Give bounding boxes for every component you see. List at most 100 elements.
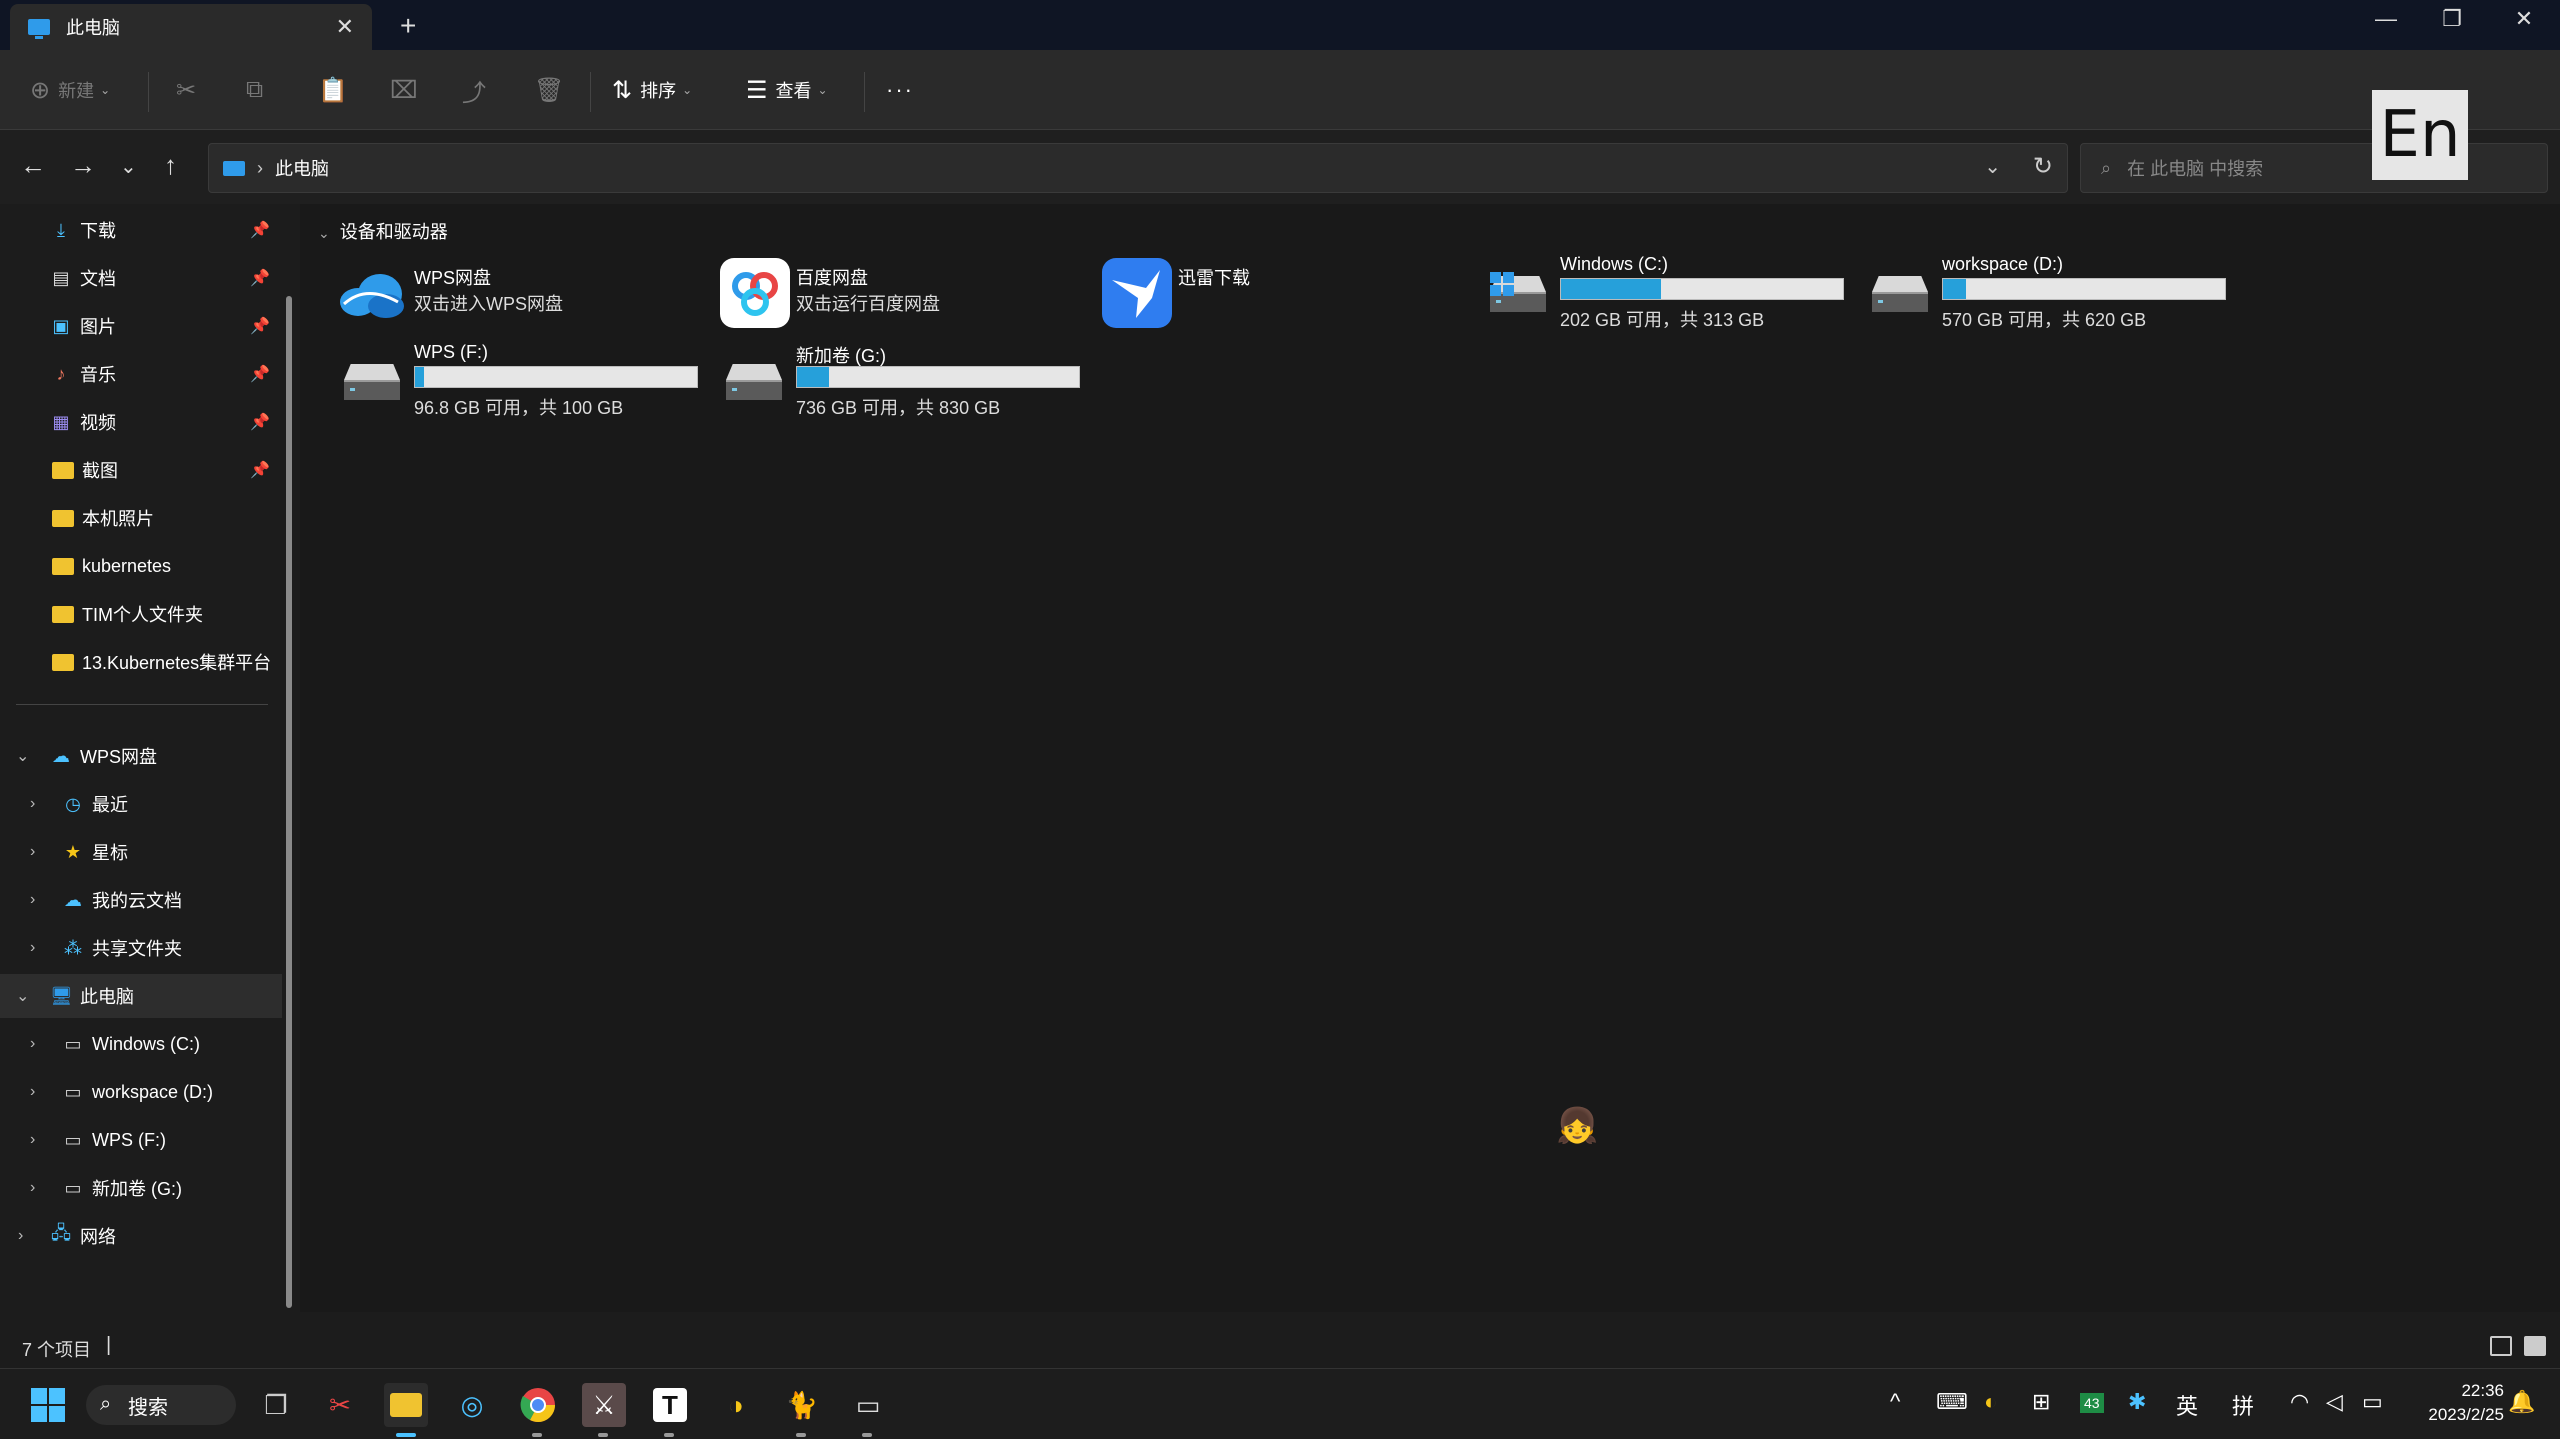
sidebar-item-drive-f[interactable]: › ▭ WPS (F:)	[0, 1118, 282, 1162]
ime-pinyin[interactable]: 拼	[2232, 1389, 2254, 1421]
minimize-button[interactable]: —	[2366, 6, 2406, 32]
rename-button[interactable]: ⌧	[390, 72, 426, 108]
sidebar-item-cloud-docs[interactable]: › ☁ 我的云文档	[0, 878, 282, 922]
drive-d-item[interactable]: workspace (D:) 570 GB 可用，共 620 GB	[1862, 252, 2232, 332]
wps-drive-item[interactable]: WPS网盘 双击进入WPS网盘	[334, 258, 704, 338]
new-button[interactable]: ⊕ 新建 ⌄	[30, 72, 110, 108]
clock[interactable]: 22:36 2023/2/25	[2428, 1379, 2504, 1427]
xunlei-download-item[interactable]: 迅雷下载	[1098, 258, 1468, 338]
delete-button[interactable]: 🗑	[534, 72, 572, 108]
details-view-icon[interactable]	[2490, 1336, 2512, 1356]
chevron-down-icon[interactable]: ⌄	[318, 225, 330, 241]
tab-this-pc[interactable]: 此电脑 ✕	[10, 4, 372, 50]
back-arrow-icon[interactable]: ←	[20, 150, 46, 181]
sidebar-item-documents[interactable]: ▤ 文档 📌	[0, 256, 282, 300]
start-windows-icon[interactable]	[26, 1383, 70, 1427]
breadcrumb-chevron-icon[interactable]: ›	[257, 158, 263, 179]
sidebar-item-music[interactable]: ♪ 音乐 📌	[0, 352, 282, 396]
sidebar-item-drive-g[interactable]: › ▭ 新加卷 (G:)	[0, 1166, 282, 1210]
breadcrumb-this-pc[interactable]: 此电脑	[275, 155, 329, 181]
grid-app-icon[interactable]: ⊞	[2032, 1389, 2050, 1415]
chevron-right-icon[interactable]: ›	[30, 1131, 35, 1149]
battery-icon[interactable]: ▭	[2362, 1389, 2383, 1415]
close-window-button[interactable]: ✕	[2504, 6, 2544, 32]
chevron-down-icon[interactable]: ⌄	[16, 746, 29, 766]
sidebar-item-tim-folder[interactable]: TIM个人文件夹	[0, 592, 282, 636]
wifi-icon[interactable]: ◠	[2290, 1389, 2309, 1415]
drive-g-item[interactable]: 新加卷 (G:) 736 GB 可用，共 830 GB	[716, 340, 1086, 420]
share-button[interactable]: ⤴	[462, 72, 494, 108]
sidebar-item-pictures[interactable]: ▣ 图片 📌	[0, 304, 282, 348]
chevron-right-icon[interactable]: ›	[30, 1035, 35, 1053]
close-tab-icon[interactable]: ✕	[336, 14, 354, 40]
sort-button[interactable]: ⇅ 排序 ⌄	[612, 72, 692, 108]
sidebar-scrollbar[interactable]	[286, 296, 292, 1308]
file-explorer-taskbar-icon[interactable]	[384, 1383, 428, 1437]
address-bar[interactable]: › 此电脑 ⌄ ↻	[208, 143, 2068, 193]
pin-icon[interactable]: 📌	[250, 460, 270, 480]
restore-button[interactable]: ❐	[2432, 6, 2472, 32]
chevron-right-icon[interactable]: ›	[18, 1227, 23, 1245]
refresh-icon[interactable]: ↻	[2033, 152, 2053, 181]
sidebar-item-recent[interactable]: › ◷ 最近	[0, 782, 282, 826]
game-app-icon[interactable]: ⚔	[582, 1383, 626, 1437]
snipping-tool-icon[interactable]: ✂	[318, 1383, 362, 1427]
sidebar-item-drive-c[interactable]: › ▭ Windows (C:)	[0, 1022, 282, 1066]
chrome-icon[interactable]	[516, 1383, 560, 1437]
chevron-right-icon[interactable]: ›	[30, 795, 35, 813]
chevron-down-icon[interactable]: ⌄	[16, 986, 29, 1006]
chevron-right-icon[interactable]: ›	[30, 1179, 35, 1197]
pin-icon[interactable]: 📌	[250, 268, 270, 288]
chevron-right-icon[interactable]: ›	[30, 891, 35, 909]
bluetooth-icon[interactable]: ✱	[2128, 1389, 2146, 1415]
typora-icon[interactable]: T	[648, 1383, 692, 1437]
large-icons-view-icon[interactable]	[2524, 1336, 2546, 1356]
sidebar-item-k8s-platform[interactable]: 13.Kubernetes集群平台	[0, 640, 282, 684]
sidebar-item-drive-d[interactable]: › ▭ workspace (D:)	[0, 1070, 282, 1114]
recent-chevron-icon[interactable]: ⌄	[120, 154, 137, 179]
sidebar-item-shared-folder[interactable]: › ⁂ 共享文件夹	[0, 926, 282, 970]
taskbar-search[interactable]: ⌕ 搜索	[86, 1385, 236, 1425]
sidebar-item-wps-drive[interactable]: ⌄ ☁ WPS网盘	[0, 734, 282, 778]
new-tab-button[interactable]: +	[400, 10, 416, 42]
baidu-netdisk-item[interactable]: 百度网盘 双击运行百度网盘	[716, 258, 1086, 338]
tray-app-icon[interactable]: ◐	[1984, 1389, 1997, 1415]
pin-icon[interactable]: 📌	[250, 412, 270, 432]
terminal-app-icon[interactable]: ▭	[846, 1383, 890, 1437]
sidebar-item-screenshots[interactable]: 截图 📌	[0, 448, 282, 492]
show-hidden-icons-chevron[interactable]: ^	[1890, 1389, 1900, 1415]
view-button[interactable]: ☰ 查看 ⌄	[746, 72, 828, 108]
pin-icon[interactable]: 📌	[250, 220, 270, 240]
tray-badge[interactable]: 43	[2080, 1393, 2104, 1413]
paste-button[interactable]: 📋	[318, 72, 356, 108]
notification-bell-icon[interactable]: 🔔	[2508, 1389, 2535, 1415]
cut-button[interactable]: ✂	[176, 72, 204, 108]
cat-app-icon[interactable]: 🐈	[780, 1383, 824, 1437]
task-view-icon[interactable]: ❐	[254, 1383, 298, 1427]
pin-icon[interactable]: 📌	[250, 364, 270, 384]
address-history-chevron-icon[interactable]: ⌄	[1984, 154, 2001, 179]
sidebar-item-starred[interactable]: › ★ 星标	[0, 830, 282, 874]
sidebar-item-videos[interactable]: ▦ 视频 📌	[0, 400, 282, 444]
sidebar-item-local-photos[interactable]: 本机照片	[0, 496, 282, 540]
app-circle-icon[interactable]: ◑	[714, 1383, 758, 1427]
sidebar-item-downloads[interactable]: ⤓ 下载 📌	[0, 208, 282, 252]
sidebar-item-kubernetes[interactable]: kubernetes	[0, 544, 282, 588]
chevron-right-icon[interactable]: ›	[30, 939, 35, 957]
volume-icon[interactable]: ◁	[2326, 1389, 2343, 1415]
chevron-right-icon[interactable]: ›	[30, 1083, 35, 1101]
up-arrow-icon[interactable]: ↑	[164, 150, 177, 181]
pin-icon[interactable]: 📌	[250, 316, 270, 336]
search-box[interactable]: ⌕ 在 此电脑 中搜索	[2080, 143, 2548, 193]
sidebar-item-this-pc[interactable]: ⌄ 🖥 此电脑	[0, 974, 282, 1018]
ime-mode-english[interactable]: 英	[2176, 1389, 2198, 1421]
drive-c-item[interactable]: Windows (C:) 202 GB 可用，共 313 GB	[1480, 252, 1850, 332]
desktop-pet-character-icon[interactable]: 👧	[1556, 1106, 1598, 1146]
chevron-right-icon[interactable]: ›	[30, 843, 35, 861]
camera-app-icon[interactable]: ◎	[450, 1383, 494, 1427]
forward-arrow-icon[interactable]: →	[70, 150, 96, 181]
group-header-devices[interactable]: ⌄ 设备和驱动器	[318, 218, 448, 244]
sidebar-item-network[interactable]: › 🖧 网络	[0, 1214, 282, 1258]
drive-f-item[interactable]: WPS (F:) 96.8 GB 可用，共 100 GB	[334, 340, 704, 420]
copy-button[interactable]: ⧉	[246, 72, 271, 108]
